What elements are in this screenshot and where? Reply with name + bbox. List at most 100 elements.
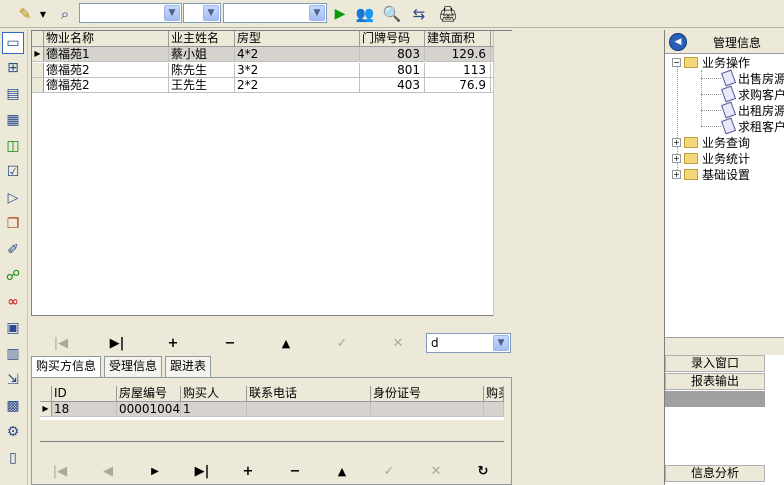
delete-record-icon[interactable]: − bbox=[283, 461, 307, 481]
table-row[interactable]: ▶ 18 00001004 1 bbox=[40, 402, 504, 417]
cell-house[interactable]: 00001004 bbox=[117, 402, 181, 417]
report-icon[interactable]: ▣ bbox=[2, 317, 24, 339]
column-header[interactable]: 身份证号 bbox=[371, 386, 484, 402]
link-icon[interactable]: ∞ bbox=[2, 291, 24, 313]
column-header[interactable]: 物业名称 bbox=[44, 31, 169, 47]
column-header[interactable]: 房屋编号 bbox=[117, 386, 181, 402]
cell-name[interactable]: 德福苑2 bbox=[44, 63, 169, 78]
column-header[interactable]: 房型 bbox=[235, 31, 360, 47]
cell-buy[interactable] bbox=[484, 402, 504, 417]
chart-icon[interactable]: ◫ bbox=[2, 135, 24, 157]
refresh-icon[interactable]: ↻ bbox=[471, 461, 495, 481]
edit-icon[interactable]: ✐ bbox=[2, 239, 24, 261]
trash-icon[interactable]: ▯ bbox=[2, 447, 24, 469]
property-grid[interactable]: 物业名称 业主姓名 房型 门牌号码 建筑面积 所处 ▶ 德福苑1 蔡小姐 4*2… bbox=[31, 30, 512, 316]
navigator-filter-select[interactable]: d ▼ bbox=[426, 333, 511, 353]
first-record-icon[interactable]: |◀ bbox=[49, 333, 73, 353]
cell-id[interactable]: 18 bbox=[52, 402, 117, 417]
expand-icon[interactable]: + bbox=[672, 153, 681, 163]
move-up-icon[interactable]: ▲ bbox=[274, 333, 298, 353]
tree-node-sale-listing[interactable]: 出售房源 bbox=[720, 69, 784, 87]
grid-icon[interactable]: ▩ bbox=[2, 395, 24, 417]
cell-type[interactable]: 2*2 bbox=[235, 78, 360, 93]
grid-scrollbar[interactable] bbox=[493, 31, 512, 316]
find-user-icon[interactable]: 👥 bbox=[354, 3, 376, 25]
filter-combo-3[interactable]: ▼ bbox=[223, 3, 327, 23]
filter-combo-2[interactable]: ▼ bbox=[183, 3, 221, 23]
chevron-down-icon[interactable]: ▼ bbox=[309, 5, 325, 21]
expand-icon[interactable]: + bbox=[672, 137, 681, 147]
cell-door[interactable]: 803 bbox=[360, 47, 425, 62]
print-icon[interactable]: 🖨 bbox=[437, 3, 459, 25]
column-header[interactable]: 业主姓名 bbox=[169, 31, 235, 47]
report-output-button[interactable]: 报表输出 bbox=[665, 373, 765, 390]
tree-node-buyer-customers[interactable]: 求购客户 bbox=[720, 85, 784, 103]
cell-owner[interactable]: 蔡小姐 bbox=[169, 47, 235, 62]
find-next-icon[interactable]: 🔍 bbox=[381, 3, 403, 25]
cell-name[interactable]: 德福苑2 bbox=[44, 78, 169, 93]
add-record-icon[interactable]: + bbox=[236, 461, 260, 481]
cell-idcard[interactable] bbox=[371, 402, 484, 417]
column-header[interactable]: ID bbox=[52, 386, 117, 402]
tree-node-business-ops[interactable]: − 业务操作 bbox=[672, 54, 750, 70]
column-header[interactable]: 联系电话 bbox=[247, 386, 371, 402]
last-record-icon[interactable]: ▶| bbox=[190, 461, 214, 481]
tree-node-rental-listing[interactable]: 出租房源 bbox=[720, 101, 784, 119]
list-icon[interactable]: ▤ bbox=[2, 83, 24, 105]
back-icon[interactable]: ◀ bbox=[669, 33, 687, 51]
cell-phone[interactable] bbox=[247, 402, 371, 417]
dropdown-arrow-icon[interactable]: ▼ bbox=[38, 3, 48, 25]
chevron-down-icon[interactable]: ▼ bbox=[493, 335, 509, 351]
tab-acceptance-info[interactable]: 受理信息 bbox=[104, 356, 163, 377]
run-icon[interactable]: ▶ bbox=[331, 3, 349, 25]
cancel-icon[interactable]: ✕ bbox=[386, 333, 410, 353]
refresh-icon[interactable]: ⇆ bbox=[408, 3, 430, 25]
settings-icon[interactable]: ⚙ bbox=[2, 421, 24, 443]
cancel-icon[interactable]: ✕ bbox=[424, 461, 448, 481]
entry-window-button[interactable]: 录入窗口 bbox=[665, 355, 765, 372]
add-record-icon[interactable]: + bbox=[161, 333, 185, 353]
window-icon[interactable]: ▭ bbox=[2, 32, 24, 54]
copy-icon[interactable]: ❐ bbox=[2, 213, 24, 235]
tree-node-business-stats[interactable]: + 业务统计 bbox=[672, 150, 750, 166]
search-icon[interactable]: ⌕ bbox=[54, 3, 76, 25]
cell-area[interactable]: 113 bbox=[425, 63, 491, 78]
table-row[interactable]: 德福苑2 王先生 2*2 403 76.9 bbox=[32, 78, 511, 93]
last-record-icon[interactable]: ▶| bbox=[105, 333, 129, 353]
move-up-icon[interactable]: ▲ bbox=[330, 461, 354, 481]
tree-node-basic-settings[interactable]: + 基础设置 bbox=[672, 166, 750, 182]
post-icon[interactable]: ✓ bbox=[377, 461, 401, 481]
cell-area[interactable]: 129.6 bbox=[425, 47, 491, 62]
cell-owner[interactable]: 陈先生 bbox=[169, 63, 235, 78]
chevron-down-icon[interactable]: ▼ bbox=[203, 5, 219, 21]
tree-node-renter-customers[interactable]: 求租客户 bbox=[720, 117, 784, 135]
column-header[interactable]: 门牌号码 bbox=[360, 31, 425, 47]
cell-owner[interactable]: 王先生 bbox=[169, 78, 235, 93]
cell-area[interactable]: 76.9 bbox=[425, 78, 491, 93]
tab-buyer-info[interactable]: 购买方信息 bbox=[31, 356, 102, 377]
user-search-icon[interactable]: ☍ bbox=[2, 265, 24, 287]
document-icon[interactable]: ▦ bbox=[2, 109, 24, 131]
expand-icon[interactable]: + bbox=[672, 169, 681, 179]
column-header[interactable]: 购买 bbox=[484, 386, 504, 402]
first-record-icon[interactable]: |◀ bbox=[48, 461, 72, 481]
tree-node-business-query[interactable]: + 业务查询 bbox=[672, 134, 750, 150]
note-icon[interactable]: ▥ bbox=[2, 343, 24, 365]
cell-door[interactable]: 801 bbox=[360, 63, 425, 78]
forward-icon[interactable]: ▷ bbox=[2, 187, 24, 209]
import-icon[interactable]: ⇲ bbox=[2, 369, 24, 391]
pencil-icon[interactable]: ✎ bbox=[14, 3, 36, 25]
buyer-grid[interactable]: ID 房屋编号 购买人 联系电话 身份证号 购买 ▶ 18 00001004 1 bbox=[40, 386, 504, 420]
cell-buyer[interactable]: 1 bbox=[181, 402, 247, 417]
delete-record-icon[interactable]: − bbox=[218, 333, 242, 353]
prior-record-icon[interactable]: ◀ bbox=[96, 461, 120, 481]
info-analysis-button[interactable]: 信息分析 bbox=[665, 465, 765, 482]
chevron-down-icon[interactable]: ▼ bbox=[164, 5, 180, 21]
post-icon[interactable]: ✓ bbox=[330, 333, 354, 353]
tab-followup[interactable]: 跟进表 bbox=[165, 356, 212, 377]
check-icon[interactable]: ☑ bbox=[2, 161, 24, 183]
table-row[interactable]: ▶ 德福苑1 蔡小姐 4*2 803 129.6 l bbox=[32, 47, 511, 62]
cell-type[interactable]: 4*2 bbox=[235, 47, 360, 62]
column-header[interactable]: 建筑面积 bbox=[425, 31, 491, 47]
cell-door[interactable]: 403 bbox=[360, 78, 425, 93]
